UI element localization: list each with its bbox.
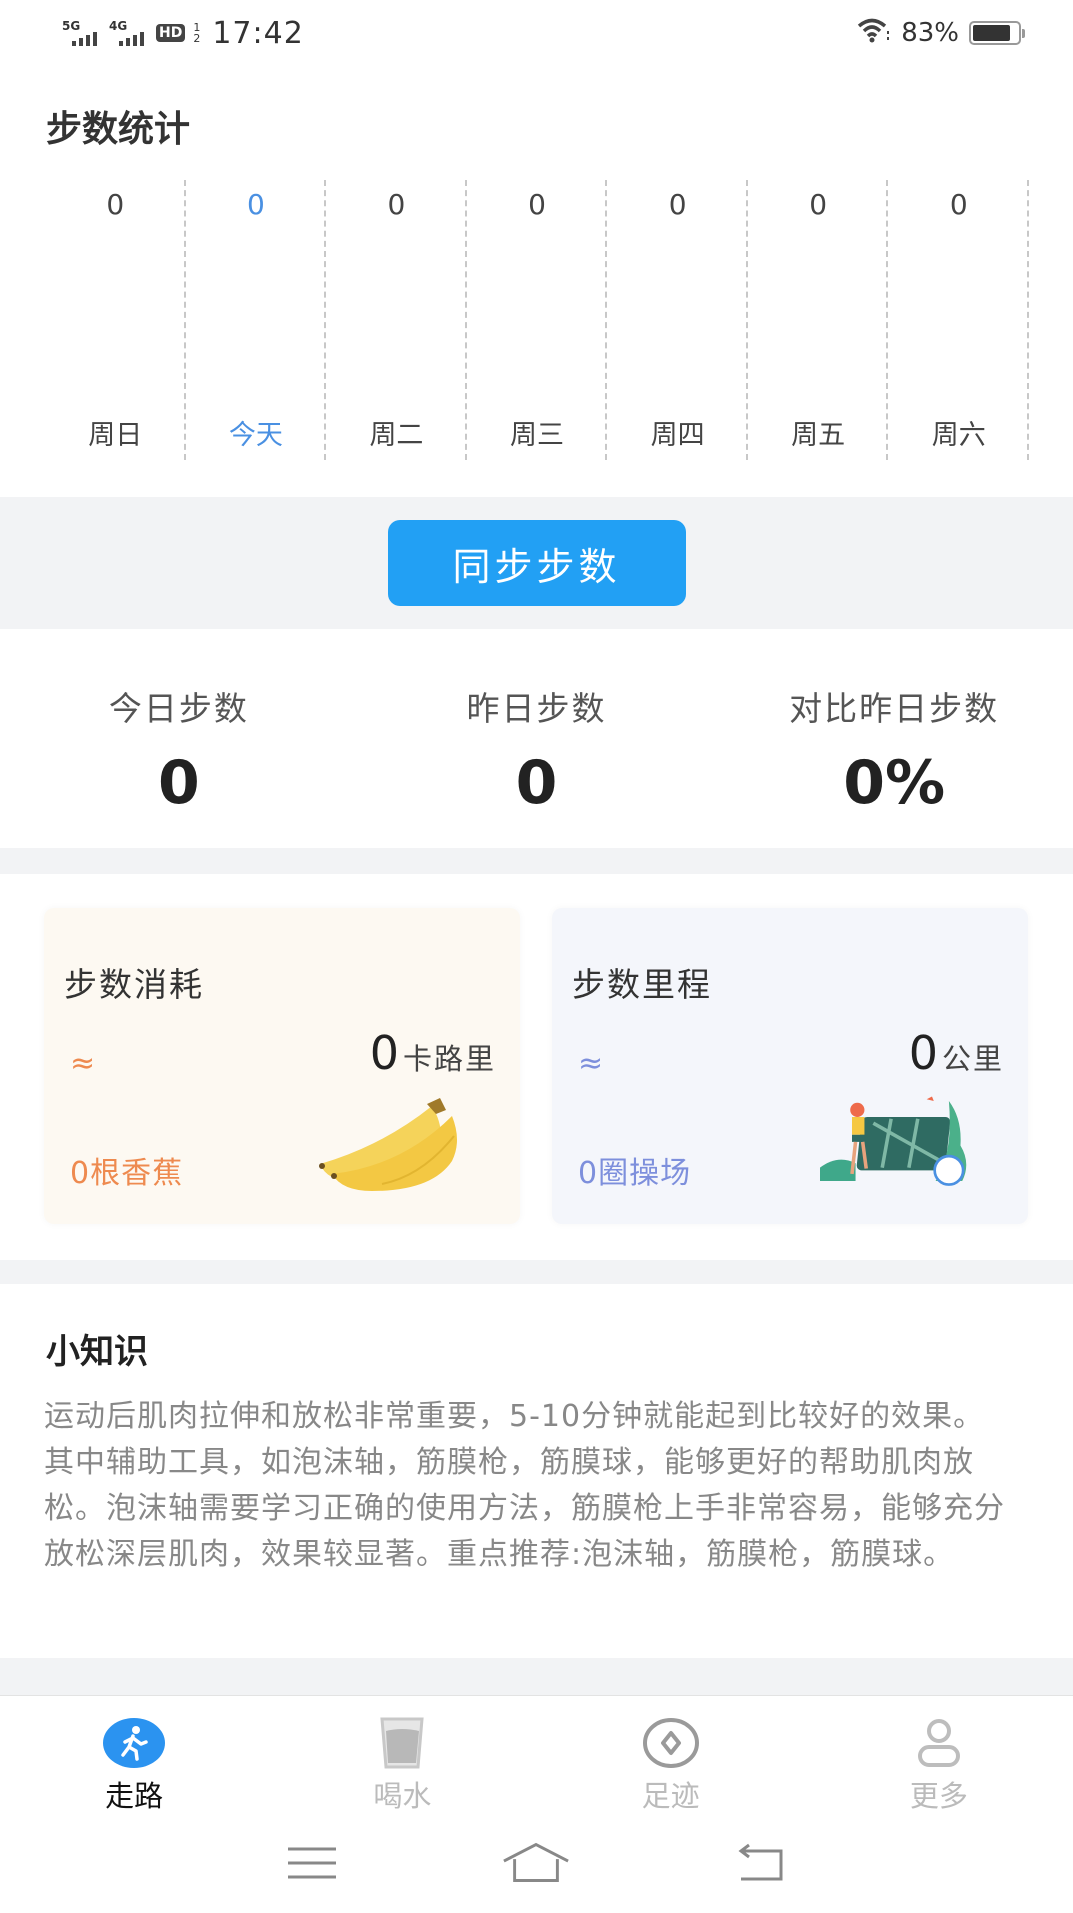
day-step-value: 0: [809, 188, 828, 221]
signal-5g-icon: 5G: [62, 20, 97, 46]
day-step-value: 0: [106, 188, 125, 221]
day-label: 今天: [228, 420, 283, 451]
day-label: 周六: [931, 420, 986, 451]
day-column[interactable]: 0 周日: [45, 180, 186, 460]
status-time: 17:42: [212, 15, 304, 51]
battery-level: [973, 25, 1010, 41]
calories-amount: 0 卡路里: [370, 1026, 496, 1080]
tab-label: 走路: [105, 1779, 164, 1813]
banana-equivalent: 0根香蕉: [70, 1156, 184, 1191]
banana-image: [319, 1098, 457, 1191]
tab-label: 足迹: [641, 1779, 700, 1813]
sync-steps-button[interactable]: 同步步数: [387, 520, 686, 606]
weekly-step-chart: 0 周日 0 今天 0 周二 0 周三 0 周四 0 周五 0 周六: [45, 180, 1029, 460]
walk-icon: [103, 1717, 166, 1769]
amount-unit: 公里: [941, 1042, 1004, 1076]
back-icon[interactable]: [726, 1838, 796, 1888]
signal-4g-icon: 4G: [109, 20, 144, 46]
tips-section: 小知识 运动后肌肉拉伸和放松非常重要，5-10分钟就能起到比较好的效果。其中辅助…: [0, 1284, 1073, 1658]
day-column[interactable]: 0 周三: [467, 180, 608, 460]
day-column[interactable]: 0 周六: [888, 180, 1029, 460]
sync-section: 同步步数: [0, 497, 1073, 629]
distance-amount: 0 公里: [909, 1026, 1004, 1080]
summary-today: 今日步数 0: [0, 630, 358, 848]
approx-icon: ≈: [70, 1046, 96, 1081]
day-column[interactable]: 0 周五: [748, 180, 889, 460]
track-laps-equivalent: 0圈操场: [578, 1156, 692, 1191]
distance-card[interactable]: 步数里程 ≈ 0 公里 0圈操场: [552, 908, 1028, 1224]
summary-yesterday: 昨日步数 0: [358, 630, 716, 848]
tab-footprint[interactable]: 足迹: [537, 1697, 805, 1813]
tab-water[interactable]: 喝水: [268, 1697, 536, 1813]
day-step-value: 0: [387, 188, 406, 221]
tab-walk[interactable]: 走路: [0, 1697, 268, 1813]
summary-label: 对比昨日步数: [789, 689, 1000, 728]
hd-voice-icon: HD: [156, 24, 186, 42]
day-column[interactable]: 0 周二: [326, 180, 467, 460]
amount-unit: 卡路里: [402, 1042, 496, 1076]
summary-value: 0: [515, 748, 558, 818]
summary-value: 0%: [843, 748, 946, 818]
hd-sim-indicator: 1 2: [193, 21, 201, 45]
day-label: 周三: [510, 420, 565, 451]
summary-compare: 对比昨日步数 0%: [715, 630, 1073, 848]
menu-icon[interactable]: [277, 1838, 347, 1888]
summary-value: 0: [157, 748, 200, 818]
summary-label: 昨日步数: [466, 689, 607, 728]
day-column[interactable]: 0 周四: [607, 180, 748, 460]
battery-icon: [969, 21, 1025, 45]
day-step-value: 0: [528, 188, 546, 221]
section-divider: [0, 1260, 1073, 1284]
wifi-icon: [857, 17, 891, 50]
runner-map-image: [820, 1096, 967, 1186]
battery-percent: 83%: [901, 18, 959, 48]
water-glass-icon: [371, 1717, 433, 1769]
day-step-value: 0: [246, 188, 265, 221]
day-step-value: 0: [668, 188, 687, 221]
amount-value: 0: [908, 1026, 938, 1080]
system-nav-bar: [0, 1812, 1073, 1913]
card-title: 步数里程: [572, 965, 712, 1004]
card-title: 步数消耗: [64, 965, 204, 1004]
tab-more[interactable]: 更多: [805, 1697, 1073, 1813]
day-column[interactable]: 0 今天: [186, 180, 327, 460]
section-divider: [0, 1658, 1073, 1696]
day-label: 周日: [88, 420, 143, 451]
day-label: 周五: [791, 420, 846, 451]
home-icon[interactable]: [501, 1838, 571, 1888]
section-divider: [0, 848, 1073, 874]
user-icon: [908, 1717, 970, 1769]
calories-card[interactable]: 步数消耗 ≈ 0 卡路里 0根香蕉: [44, 908, 520, 1224]
footprint-icon: [640, 1717, 702, 1769]
day-label: 周二: [369, 420, 424, 451]
summary-label: 今日步数: [108, 689, 249, 728]
weekly-stats-title: 步数统计: [46, 109, 191, 150]
tips-title: 小知识: [46, 1332, 148, 1372]
tips-body: 运动后肌肉拉伸和放松非常重要，5-10分钟就能起到比较好的效果。其中辅助工具，如…: [44, 1399, 1005, 1572]
step-summary: 今日步数 0 昨日步数 0 对比昨日步数 0%: [0, 630, 1073, 848]
approx-icon: ≈: [578, 1046, 604, 1081]
day-label: 周四: [650, 420, 705, 451]
amount-value: 0: [369, 1026, 399, 1080]
tab-label: 更多: [909, 1779, 968, 1813]
stat-cards: 步数消耗 ≈ 0 卡路里 0根香蕉 步数里程 ≈ 0 公里 0圈操场: [0, 874, 1073, 1260]
bottom-tab-bar: 走路 喝水 足迹 更多: [0, 1697, 1073, 1813]
status-bar: 5G 4G HD 1 2 17:42 83%: [0, 0, 1073, 66]
day-step-value: 0: [949, 188, 968, 221]
tab-label: 喝水: [373, 1779, 432, 1813]
